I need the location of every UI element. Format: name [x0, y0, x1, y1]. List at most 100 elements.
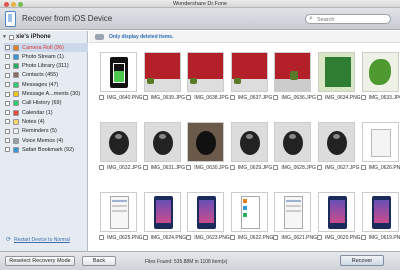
sidebar-item[interactable]: Safari Bookmark (92) [4, 145, 88, 154]
photo-tile[interactable]: IMG_0619.PNG [360, 190, 400, 245]
restart-device-link[interactable]: ⟳ Restart Device to Normal [6, 236, 88, 244]
photo-thumbnail[interactable] [143, 192, 181, 232]
category-icon [13, 44, 19, 51]
photo-thumbnail[interactable] [318, 52, 355, 92]
photo-tile[interactable]: IMG_0621.PNG [272, 190, 317, 245]
photo-thumbnail[interactable] [361, 122, 399, 162]
deleted-filter-toggle[interactable] [95, 34, 104, 40]
photo-tile[interactable]: IMG_0624.PNG [142, 190, 186, 245]
photo-checkbox[interactable] [273, 95, 279, 100]
photo-thumbnail[interactable] [361, 52, 399, 92]
sidebar-item[interactable]: Reminders (5) [4, 127, 88, 136]
photo-checkbox[interactable] [229, 235, 235, 240]
photo-thumbnail[interactable] [143, 52, 181, 92]
photo-tile[interactable]: IMG_0620.PNG [316, 190, 361, 245]
sidebar-item[interactable]: Photo Stream (1) [4, 52, 88, 61]
sidebar-item[interactable]: Call History (69) [4, 99, 88, 108]
reselect-recovery-mode-button[interactable]: Reselect Recovery Mode [5, 256, 75, 266]
sidebar-item[interactable]: Calendar (1) [4, 108, 88, 117]
photo-thumbnail[interactable] [318, 192, 355, 232]
photo-checkbox[interactable] [360, 95, 366, 100]
photo-thumbnail[interactable] [100, 122, 137, 162]
photo-thumbnail[interactable] [318, 122, 355, 162]
photo-checkbox[interactable] [317, 235, 322, 240]
photo-thumbnail[interactable] [100, 192, 137, 232]
photo-checkbox[interactable] [273, 235, 279, 240]
photo-tile[interactable]: IMG_0633.JPG [360, 50, 400, 105]
photo-tile[interactable]: IMG_0629.JPG [229, 120, 273, 175]
recover-button[interactable]: Recover [340, 255, 384, 266]
device-tree-node[interactable]: ▼ xie's iPhone [2, 34, 86, 42]
photo-tile[interactable]: IMG_0639.JPG [142, 50, 186, 105]
photo-checkbox[interactable] [273, 165, 279, 170]
photo-thumbnail[interactable] [274, 192, 312, 232]
photo-checkbox[interactable] [317, 95, 322, 100]
photo-thumbnail[interactable] [230, 52, 268, 92]
disclosure-arrow-icon[interactable]: ▼ [2, 34, 7, 40]
photo-tile[interactable]: IMG_0632.JPG [98, 120, 142, 175]
sidebar-item[interactable]: Voice Memos (4) [4, 136, 88, 145]
category-checkbox[interactable] [5, 119, 10, 125]
sidebar-item[interactable]: Photo Library (311) [4, 62, 88, 71]
category-checkbox[interactable] [5, 110, 10, 116]
photo-thumbnail[interactable] [187, 122, 225, 162]
photo-thumbnail[interactable] [230, 122, 268, 162]
photo-thumbnail[interactable] [187, 52, 225, 92]
photo-tile[interactable]: IMG_0638.JPG [185, 50, 229, 105]
photo-checkbox[interactable] [186, 95, 192, 100]
photo-thumbnail[interactable] [143, 122, 181, 162]
category-checkbox[interactable] [5, 91, 10, 97]
photo-filename: IMG_0639.JPG [150, 95, 186, 101]
category-checkbox[interactable] [5, 45, 10, 50]
photo-tile[interactable]: IMG_0627.JPG [316, 120, 360, 175]
category-checkbox[interactable] [5, 54, 10, 60]
category-checkbox[interactable] [5, 100, 10, 106]
photo-tile[interactable]: IMG_0640.PNG [98, 50, 143, 105]
photo-checkbox[interactable] [186, 165, 192, 170]
photo-checkbox[interactable] [229, 165, 235, 170]
photo-thumbnail[interactable] [187, 192, 225, 232]
photo-thumbnail[interactable] [361, 192, 399, 232]
category-checkbox[interactable] [5, 138, 10, 143]
photo-checkbox[interactable] [360, 235, 366, 240]
photo-checkbox[interactable] [99, 235, 104, 240]
photo-tile[interactable]: IMG_0622.PNG [229, 190, 273, 245]
photo-tile[interactable]: IMG_0630.JPG [185, 120, 229, 175]
photo-checkbox[interactable] [360, 165, 366, 170]
back-button[interactable]: Back [82, 256, 116, 266]
photo-tile[interactable]: IMG_0628.JPG [272, 120, 316, 175]
photo-checkbox[interactable] [229, 95, 235, 100]
photo-tile[interactable]: IMG_0634.PNG [316, 50, 361, 105]
search-box[interactable]: ⌕ [305, 14, 391, 24]
photo-thumbnail[interactable] [274, 122, 312, 162]
sidebar-item[interactable]: Camera Roll (96) [4, 43, 88, 52]
category-checkbox[interactable] [5, 82, 10, 88]
photo-tile[interactable]: IMG_0631.JPG [142, 120, 186, 175]
photo-tile[interactable]: IMG_0636.JPG [272, 50, 316, 105]
photo-thumbnail[interactable] [274, 52, 312, 92]
photo-checkbox[interactable] [99, 165, 104, 170]
category-checkbox[interactable] [5, 147, 10, 153]
photo-checkbox[interactable] [99, 95, 104, 100]
photo-checkbox[interactable] [317, 165, 322, 170]
sidebar-item[interactable]: Messages (47) [4, 80, 88, 89]
photo-tile[interactable]: IMG_0625.PNG [98, 190, 143, 245]
photo-thumbnail[interactable] [230, 192, 268, 232]
photo-tile[interactable]: IMG_0626.PNG [360, 120, 400, 175]
sidebar-item[interactable]: Contacts (455) [4, 71, 88, 80]
category-checkbox[interactable] [5, 72, 10, 78]
photo-thumbnail[interactable] [100, 52, 137, 92]
category-checkbox[interactable] [5, 128, 10, 134]
photo-tile[interactable]: IMG_0637.JPG [229, 50, 273, 105]
device-checkbox[interactable] [9, 35, 14, 40]
search-input[interactable] [317, 16, 387, 23]
photo-checkbox[interactable] [186, 235, 192, 240]
sidebar-item[interactable]: Notes (4) [4, 117, 88, 126]
category-checkbox[interactable] [5, 63, 10, 69]
restart-link-label[interactable]: Restart Device to Normal [14, 237, 70, 243]
photo-checkbox[interactable] [142, 235, 148, 240]
photo-checkbox[interactable] [142, 165, 148, 170]
photo-checkbox[interactable] [142, 95, 148, 100]
photo-tile[interactable]: IMG_0623.PNG [185, 190, 230, 245]
sidebar-item[interactable]: Message A...ments (30) [4, 90, 88, 99]
